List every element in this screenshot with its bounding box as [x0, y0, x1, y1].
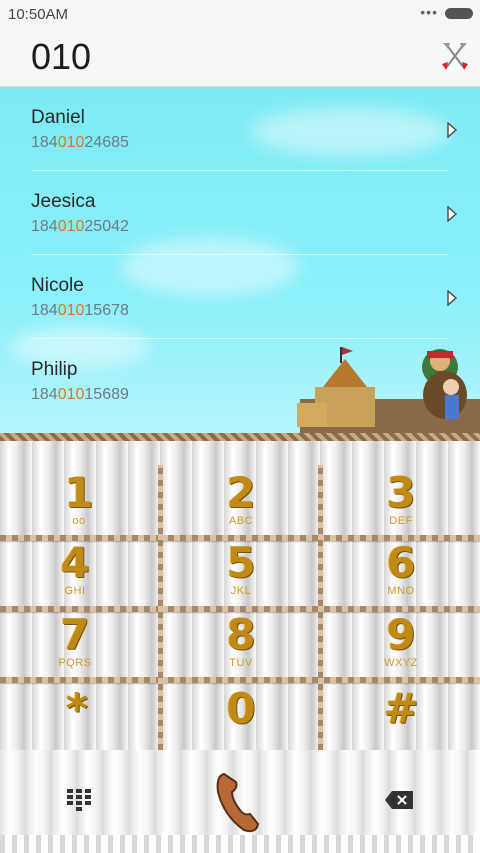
matched-digits: 010 — [57, 134, 85, 151]
contact-results: Daniel 18401024685 Jeesica 18401025042 N… — [0, 87, 480, 435]
contact-name: Jeesica — [31, 191, 96, 212]
status-time: 10:50AM — [8, 6, 69, 23]
key-2[interactable]: 2 ABC — [186, 471, 296, 541]
contact-row[interactable]: Nicole 18401015678 — [0, 255, 480, 339]
dial-display: 010 — [0, 28, 480, 87]
matched-digits: 010 — [57, 386, 85, 403]
key-star[interactable]: * — [22, 687, 132, 750]
contact-phone: 18401015689 — [31, 386, 129, 403]
phone-handset-icon[interactable] — [214, 770, 262, 834]
contact-phone: 18401015678 — [31, 302, 129, 319]
dialpad-toggle-icon[interactable] — [66, 788, 92, 812]
contact-name: Philip — [31, 359, 78, 380]
chevron-right-icon[interactable] — [446, 122, 458, 138]
key-9[interactable]: 9 WXYZ — [346, 613, 456, 683]
key-3[interactable]: 3 DEF — [346, 471, 456, 541]
key-5[interactable]: 5 JKL — [186, 541, 296, 611]
key-hash[interactable]: # — [346, 687, 456, 750]
bottom-action-bar — [0, 750, 480, 853]
contact-name: Nicole — [31, 275, 84, 296]
backspace-icon[interactable] — [384, 790, 414, 810]
status-bar: 10:50AM ••• — [0, 0, 480, 28]
key-6[interactable]: 6 MNO — [346, 541, 456, 611]
crossed-axes-logo-icon[interactable] — [440, 40, 470, 72]
dial-keypad: 1 oo 2 ABC 3 DEF 4 GHI 5 JKL 6 MNO 7 PQR… — [0, 441, 480, 750]
chevron-right-icon[interactable] — [446, 206, 458, 222]
contact-row[interactable]: Daniel 18401024685 — [0, 87, 480, 171]
key-8[interactable]: 8 TUV — [186, 613, 296, 683]
castle-pirate-illustration-icon — [297, 347, 480, 435]
dialed-number: 010 — [31, 36, 92, 77]
key-1[interactable]: 1 oo — [24, 471, 134, 541]
key-0[interactable]: 0 — [186, 687, 296, 750]
contact-phone: 18401024685 — [31, 134, 129, 151]
matched-digits: 010 — [57, 218, 85, 235]
matched-digits: 010 — [57, 302, 85, 319]
key-7[interactable]: 7 PQRS — [20, 613, 130, 683]
battery-icon — [445, 8, 473, 19]
contact-name: Daniel — [31, 107, 85, 128]
voicemail-icon: oo — [72, 515, 86, 527]
contact-row[interactable]: Jeesica 18401025042 — [0, 171, 480, 255]
key-4[interactable]: 4 GHI — [20, 541, 130, 611]
rope-divider — [0, 433, 480, 441]
contact-phone: 18401025042 — [31, 218, 129, 235]
notification-dots-icon: ••• — [420, 4, 438, 20]
chevron-right-icon[interactable] — [446, 290, 458, 306]
